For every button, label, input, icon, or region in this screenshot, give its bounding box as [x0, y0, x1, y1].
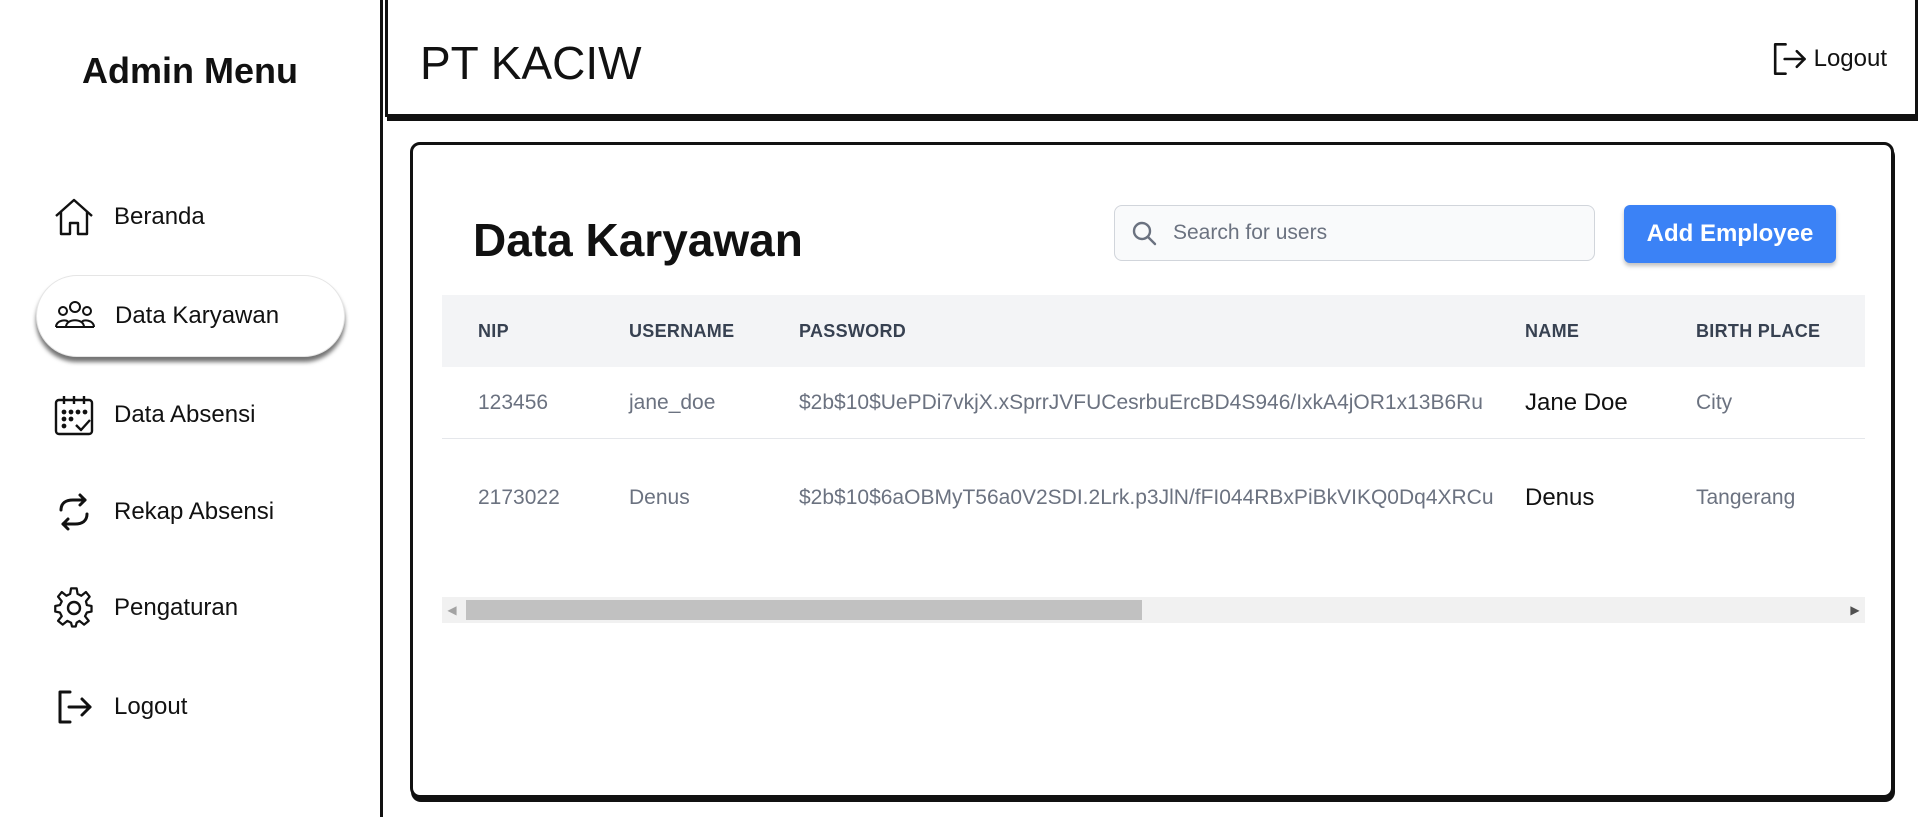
cell-nip: 2173022: [478, 486, 560, 509]
cell-birth-place: City: [1696, 391, 1733, 414]
brand-title: PT KACIW: [420, 37, 642, 89]
sidebar-item-rekap-absensi[interactable]: Rekap Absensi: [36, 471, 345, 553]
cell-username: Denus: [629, 486, 690, 509]
column-header-username: USERNAME: [629, 321, 735, 341]
table-row: 123456 jane_doe $2b$10$UePDi7vkjX.xSprrJ…: [442, 367, 1865, 439]
column-header-birth-place: BIRTH PLACE: [1696, 321, 1821, 341]
header: PT KACIW Logout: [385, 0, 1918, 117]
cell-username: jane_doe: [629, 391, 716, 414]
cell-name: Denus: [1525, 484, 1595, 511]
employee-table: NIP USERNAME PASSWORD NAME BIRTH PLACE 1…: [442, 295, 1865, 625]
sidebar-item-label: Data Karyawan: [115, 302, 280, 329]
scroll-thumb[interactable]: [466, 600, 1142, 620]
sidebar-item-label: Logout: [114, 693, 188, 720]
refresh-icon: [52, 490, 96, 534]
search-icon: [1132, 221, 1157, 246]
sidebar-item-logout[interactable]: Logout: [36, 666, 345, 748]
sidebar-item-label: Rekap Absensi: [114, 498, 275, 525]
add-employee-button[interactable]: Add Employee: [1624, 205, 1836, 263]
sidebar-item-data-absensi[interactable]: Data Absensi: [36, 374, 345, 456]
sidebar-item-data-karyawan[interactable]: Data Karyawan: [36, 275, 345, 357]
sidebar-item-label: Pengaturan: [114, 594, 239, 621]
search-input[interactable]: [1173, 221, 1573, 245]
column-header-nip: NIP: [478, 321, 509, 341]
sidebar: Admin Menu Beranda Data Karyawan Data Ab…: [0, 0, 383, 817]
main-card: Data Karyawan Add Employee NIP USERNAME …: [410, 142, 1894, 798]
sidebar-item-beranda[interactable]: Beranda: [36, 176, 345, 258]
sidebar-item-pengaturan[interactable]: Pengaturan: [36, 567, 345, 649]
scroll-right-arrow-icon[interactable]: ▶: [1845, 597, 1865, 623]
table-header: NIP USERNAME PASSWORD NAME BIRTH PLACE: [442, 295, 1865, 367]
sidebar-item-label: Data Absensi: [114, 401, 256, 428]
gear-icon: [52, 586, 96, 630]
page-title: Data Karyawan: [473, 214, 803, 266]
header-logout-label: Logout: [1813, 45, 1887, 72]
search-box[interactable]: [1114, 205, 1595, 261]
calendar-check-icon: [52, 393, 96, 437]
cell-name: Jane Doe: [1525, 389, 1628, 416]
users-icon: [53, 294, 97, 338]
column-header-password: PASSWORD: [799, 321, 907, 341]
column-header-name: NAME: [1525, 321, 1580, 341]
cell-password: $2b$10$6aOBMyT56a0V2SDI.2Lrk.p3JlN/fFI04…: [799, 486, 1494, 509]
sidebar-title: Admin Menu: [82, 50, 298, 91]
cell-password: $2b$10$UePDi7vkjX.xSprrJVFUCesrbuErcBD4S…: [799, 391, 1483, 414]
scroll-left-arrow-icon[interactable]: ◀: [442, 597, 462, 623]
cell-nip: 123456: [478, 391, 549, 414]
logout-icon: [1773, 43, 1806, 75]
cell-birth-place: Tangerang: [1696, 486, 1796, 509]
table-row: 2173022 Denus $2b$10$6aOBMyT56a0V2SDI.2L…: [442, 440, 1865, 556]
home-icon: [52, 195, 96, 239]
horizontal-scrollbar[interactable]: ◀ ▶: [442, 597, 1865, 623]
logout-icon: [52, 685, 96, 729]
sidebar-item-label: Beranda: [114, 203, 205, 230]
header-logout-button[interactable]: Logout: [1770, 40, 1887, 78]
